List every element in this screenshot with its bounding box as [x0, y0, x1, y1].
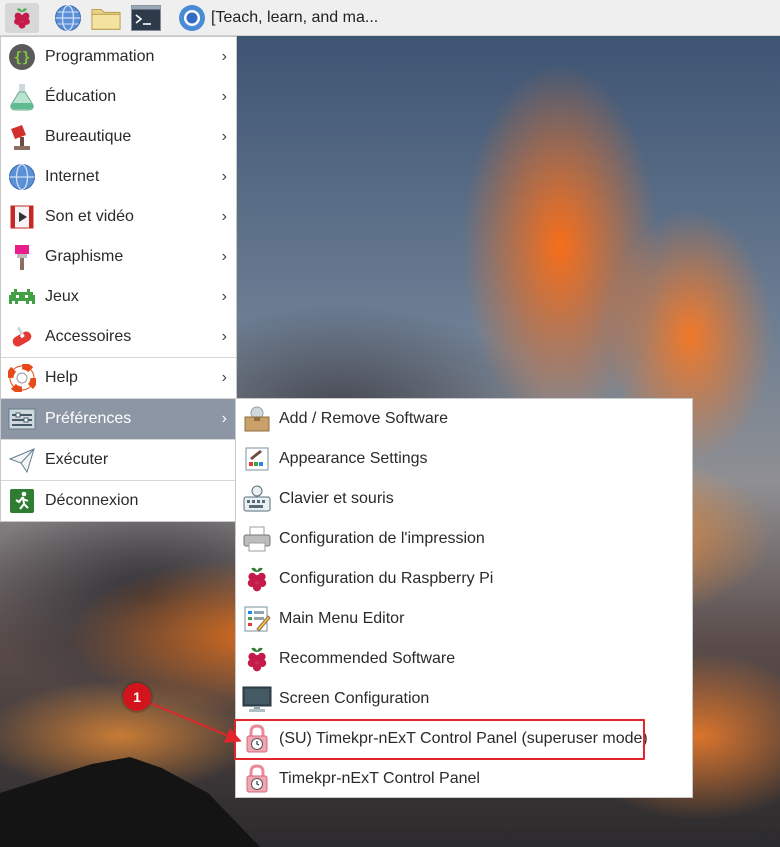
- submenu-item-label: Screen Configuration: [279, 690, 430, 707]
- terminal-launcher[interactable]: [131, 3, 161, 33]
- menu-item-label: Éducation: [45, 88, 117, 105]
- menu-item-label: Internet: [45, 168, 100, 185]
- submenu-item-screen-configuration[interactable]: Screen Configuration: [236, 679, 692, 719]
- annotation-step-badge: 1: [123, 683, 151, 711]
- submenu-item-main-menu-editor[interactable]: Main Menu Editor: [236, 599, 692, 639]
- chromium-launcher[interactable]: [177, 3, 207, 33]
- menu-item-graphisme[interactable]: Graphisme ›: [1, 237, 236, 277]
- submenu-item-label: Main Menu Editor: [279, 610, 405, 627]
- globe-icon: [7, 162, 37, 192]
- invader-icon: [7, 282, 37, 312]
- menu-item-son-et-video[interactable]: Son et vidéo ›: [1, 197, 236, 237]
- keyboard-mouse-icon: [242, 484, 272, 514]
- timekpr-lock-icon: [242, 764, 272, 794]
- submenu-item-appearance-settings[interactable]: Appearance Settings: [236, 439, 692, 479]
- raspberry-icon: [242, 564, 272, 594]
- chevron-right-icon: ›: [221, 168, 227, 185]
- menu-item-executer[interactable]: Exécuter: [1, 439, 236, 480]
- menu-item-label: Jeux: [45, 288, 79, 305]
- submenu-item-configuration-impression[interactable]: Configuration de l'impression: [236, 519, 692, 559]
- submenu-item-label: Appearance Settings: [279, 450, 428, 467]
- lifebuoy-icon: [7, 363, 37, 393]
- appearance-icon: [242, 444, 272, 474]
- submenu-item-label: Recommended Software: [279, 650, 456, 667]
- flask-icon: [7, 82, 37, 112]
- mountain-silhouette: [0, 757, 260, 847]
- menu-item-programmation[interactable]: {} Programmation ›: [1, 37, 236, 77]
- office-icon: [7, 122, 37, 152]
- menu-item-label: Son et vidéo: [45, 208, 134, 225]
- taskbar: [Teach, learn, and ma...: [0, 0, 780, 36]
- chevron-right-icon: ›: [221, 48, 227, 65]
- monitor-icon: [242, 684, 272, 714]
- submenu-item-clavier-et-souris[interactable]: Clavier et souris: [236, 479, 692, 519]
- chevron-right-icon: ›: [221, 328, 227, 345]
- submenu-item-label: Timekpr-nExT Control Panel: [279, 770, 480, 787]
- menu-item-deconnexion[interactable]: Déconnexion: [1, 480, 236, 521]
- menu-item-internet[interactable]: Internet ›: [1, 157, 236, 197]
- chevron-right-icon: ›: [221, 88, 227, 105]
- menu-item-label: Exécuter: [45, 451, 109, 468]
- menu-item-bureautique[interactable]: Bureautique ›: [1, 117, 236, 157]
- menu-item-accessoires[interactable]: Accessoires ›: [1, 317, 236, 357]
- raspberry-icon: [242, 644, 272, 674]
- svg-text:{}: {}: [14, 50, 31, 66]
- exit-icon: [7, 486, 37, 516]
- paintbrush-icon: [7, 242, 37, 272]
- film-icon: [7, 202, 37, 232]
- submenu-item-configuration-raspberry-pi[interactable]: Configuration du Raspberry Pi: [236, 559, 692, 599]
- chromium-icon: [179, 5, 205, 31]
- menu-item-help[interactable]: Help ›: [1, 357, 236, 398]
- menu-item-label: Help: [45, 369, 78, 386]
- menu-item-label: Déconnexion: [45, 492, 139, 509]
- menu-editor-icon: [242, 604, 272, 634]
- submenu-item-label: Configuration du Raspberry Pi: [279, 570, 494, 587]
- file-manager-launcher[interactable]: [91, 3, 121, 33]
- terminal-icon: [131, 5, 161, 31]
- submenu-item-recommended-software[interactable]: Recommended Software: [236, 639, 692, 679]
- globe-icon: [55, 4, 81, 32]
- menu-item-education[interactable]: Éducation ›: [1, 77, 236, 117]
- menu-item-label: Préférences: [45, 410, 132, 427]
- menu-item-label: Accessoires: [45, 328, 132, 345]
- paper-plane-icon: [7, 445, 37, 475]
- chevron-right-icon: ›: [221, 248, 227, 265]
- chevron-right-icon: ›: [221, 208, 227, 225]
- submenu-item-label: Configuration de l'impression: [279, 530, 485, 547]
- swiss-knife-icon: [7, 322, 37, 352]
- raspberry-icon: [14, 8, 30, 29]
- submenu-item-timekpr-control-panel[interactable]: Timekpr-nExT Control Panel: [236, 759, 692, 799]
- menu-item-label: Bureautique: [45, 128, 132, 145]
- menu-item-label: Graphisme: [45, 248, 124, 265]
- chevron-right-icon: ›: [221, 128, 227, 145]
- menu-item-preferences[interactable]: Préférences ›: [1, 398, 236, 439]
- chevron-right-icon: ›: [221, 288, 227, 305]
- submenu-item-add-remove-software[interactable]: Add / Remove Software: [236, 399, 692, 439]
- printer-icon: [242, 524, 272, 554]
- chevron-right-icon: ›: [221, 369, 227, 386]
- raspberry-menu-button[interactable]: [5, 3, 39, 33]
- menu-item-jeux[interactable]: Jeux ›: [1, 277, 236, 317]
- web-browser-launcher[interactable]: [53, 3, 83, 33]
- submenu-item-label: Add / Remove Software: [279, 410, 448, 427]
- main-menu: {} Programmation › Éducation › Bureautiq…: [0, 36, 237, 522]
- braces-icon: {}: [7, 42, 37, 72]
- submenu-item-label: Clavier et souris: [279, 490, 394, 507]
- taskbar-window-button[interactable]: [Teach, learn, and ma...: [211, 0, 378, 36]
- annotation-highlight-box: [234, 719, 645, 760]
- chevron-right-icon: ›: [221, 410, 227, 427]
- package-icon: [242, 404, 272, 434]
- menu-item-label: Programmation: [45, 48, 155, 65]
- folder-icon: [91, 9, 121, 30]
- preferences-icon: [7, 404, 37, 434]
